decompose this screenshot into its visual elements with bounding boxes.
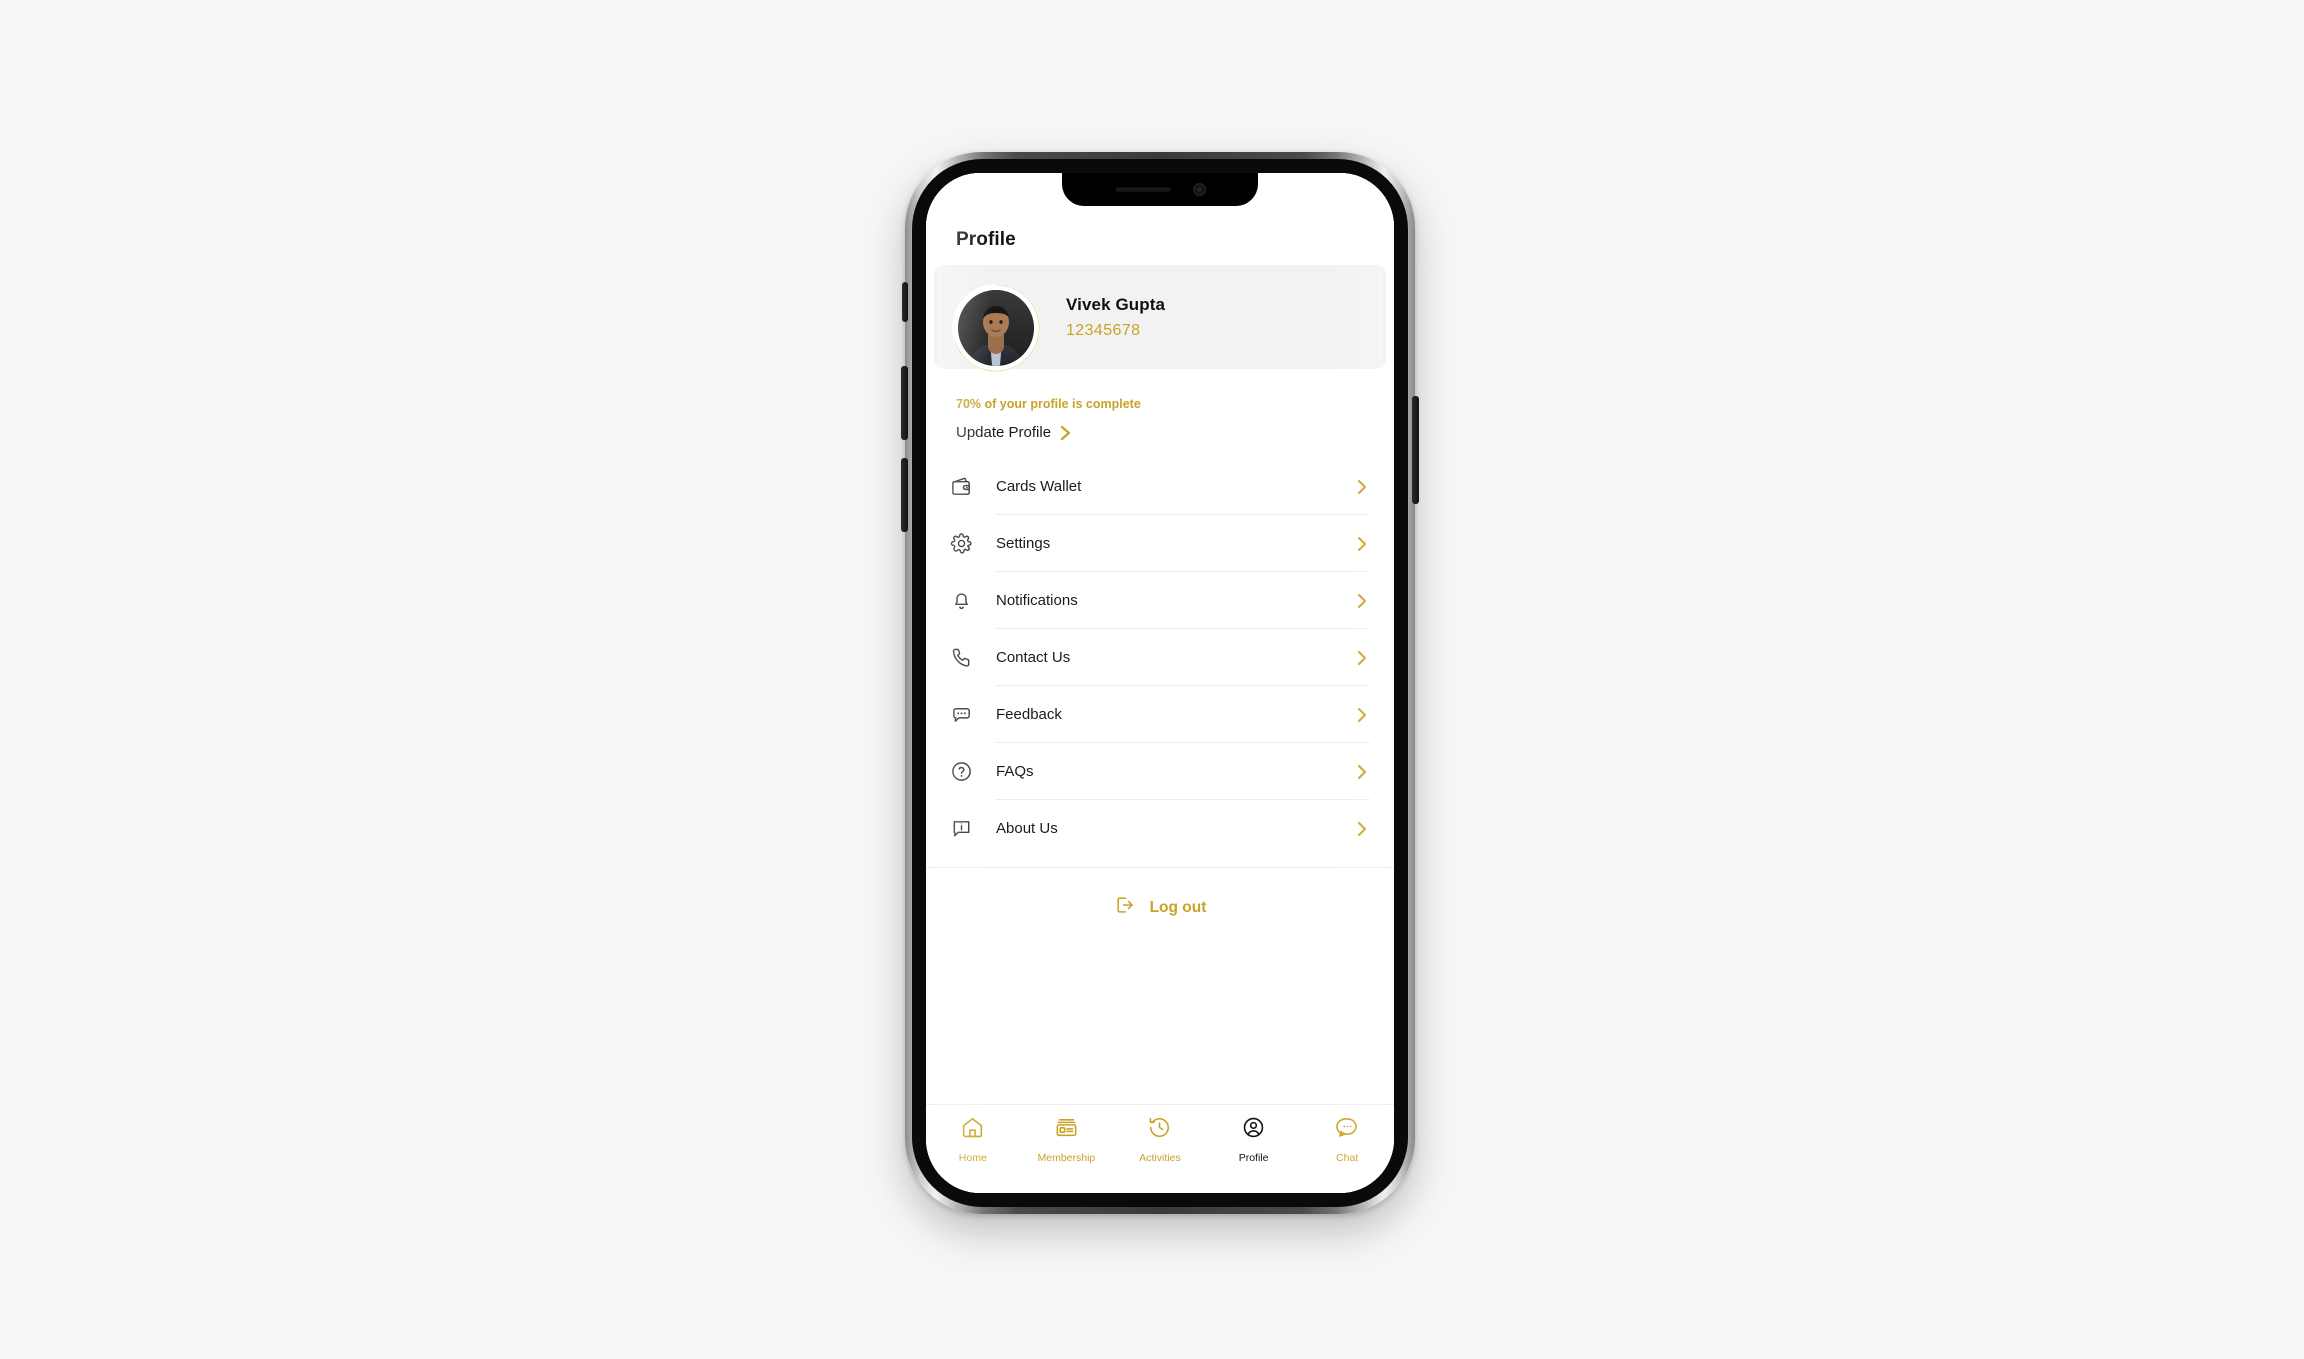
app-root: Profile Vivek Gupta 12345678 70% of your… xyxy=(926,173,1394,1193)
bottom-navigation: Home Membership Activities Profile Chat xyxy=(926,1104,1394,1193)
tab-activities[interactable]: Activities xyxy=(1113,1115,1207,1164)
notch xyxy=(1062,173,1258,206)
logout-icon xyxy=(1114,894,1136,921)
menu-item-about-us[interactable]: About Us xyxy=(926,800,1370,857)
user-circle-icon xyxy=(1241,1115,1266,1145)
chevron-right-icon xyxy=(1356,820,1370,838)
avatar[interactable] xyxy=(950,282,1042,374)
tab-label: Activities xyxy=(1139,1152,1181,1164)
menu-item-label: FAQs xyxy=(996,763,1034,780)
earpiece-speaker-icon xyxy=(1114,187,1171,192)
phone-screen: Profile Vivek Gupta 12345678 70% of your… xyxy=(926,173,1394,1193)
chat-bubble-icon xyxy=(1335,1115,1360,1145)
profile-meta: Vivek Gupta 12345678 xyxy=(1066,295,1165,340)
profile-completion-text: 70% of your profile is complete xyxy=(956,397,1141,411)
chevron-right-icon xyxy=(1356,706,1370,724)
update-profile-button[interactable]: Update Profile xyxy=(956,424,1394,441)
bell-icon xyxy=(950,589,984,612)
scroll-content: Vivek Gupta 12345678 70% of your profile… xyxy=(926,261,1394,1104)
tab-membership[interactable]: Membership xyxy=(1020,1115,1114,1164)
profile-card[interactable]: Vivek Gupta 12345678 xyxy=(934,265,1386,372)
tab-label: Chat xyxy=(1336,1152,1359,1164)
tab-label: Home xyxy=(958,1152,987,1164)
menu-item-label: Notifications xyxy=(996,592,1078,609)
phone-mockup: Profile Vivek Gupta 12345678 70% of your… xyxy=(901,152,1419,1214)
profile-menu-list: Cards Wallet Settings Notifications Cont… xyxy=(926,458,1394,857)
chevron-right-icon xyxy=(1356,478,1370,496)
menu-item-notifications[interactable]: Notifications xyxy=(926,572,1370,629)
menu-item-feedback[interactable]: Feedback xyxy=(926,686,1370,743)
page-title: Profile xyxy=(956,229,1016,250)
silent-switch-button[interactable] xyxy=(902,282,908,322)
clock-back-icon xyxy=(1147,1115,1172,1145)
wallet-icon xyxy=(950,475,984,498)
tab-chat[interactable]: Chat xyxy=(1300,1115,1394,1164)
chevron-right-icon xyxy=(1356,535,1370,553)
update-profile-label: Update Profile xyxy=(956,424,1052,441)
profile-member-id: 12345678 xyxy=(1066,321,1141,339)
question-mark-icon xyxy=(950,760,984,783)
menu-item-faqs[interactable]: FAQs xyxy=(926,743,1370,800)
home-icon xyxy=(960,1115,985,1145)
chat-dots-icon xyxy=(950,703,984,726)
power-button[interactable] xyxy=(1412,396,1419,504)
tab-label: Profile xyxy=(1238,1152,1269,1164)
menu-item-label: Cards Wallet xyxy=(996,478,1082,495)
tab-profile[interactable]: Profile xyxy=(1207,1115,1301,1164)
volume-down-button[interactable] xyxy=(901,458,908,532)
menu-item-cards-wallet[interactable]: Cards Wallet xyxy=(926,458,1370,515)
chevron-right-icon xyxy=(1356,649,1370,667)
page-canvas: Profile Vivek Gupta 12345678 70% of your… xyxy=(0,0,2304,1359)
profile-completion: 70% of your profile is complete Update P… xyxy=(926,369,1394,441)
chevron-right-icon xyxy=(1356,763,1370,781)
logout-section: Log out xyxy=(926,867,1394,1104)
menu-item-label: Feedback xyxy=(996,706,1062,723)
front-camera-icon xyxy=(1192,183,1206,196)
gear-icon xyxy=(950,532,984,555)
id-card-icon xyxy=(1054,1115,1079,1145)
chevron-right-icon xyxy=(1356,592,1370,610)
avatar-photo xyxy=(958,290,1034,366)
volume-up-button[interactable] xyxy=(901,366,908,440)
menu-item-contact-us[interactable]: Contact Us xyxy=(926,629,1370,686)
info-bubble-icon xyxy=(950,817,984,840)
menu-item-label: Contact Us xyxy=(996,649,1071,666)
tab-label: Membership xyxy=(1037,1152,1096,1164)
logout-button[interactable]: Log out xyxy=(1114,894,1207,921)
profile-name: Vivek Gupta xyxy=(1066,294,1166,314)
chevron-right-icon xyxy=(1060,425,1071,440)
logout-label: Log out xyxy=(1149,898,1207,916)
tab-home[interactable]: Home xyxy=(926,1115,1020,1164)
menu-item-label: Settings xyxy=(996,535,1051,552)
user-photo-icon xyxy=(958,290,1034,366)
menu-item-settings[interactable]: Settings xyxy=(926,515,1370,572)
menu-item-label: About Us xyxy=(996,820,1058,837)
phone-icon xyxy=(950,646,984,669)
